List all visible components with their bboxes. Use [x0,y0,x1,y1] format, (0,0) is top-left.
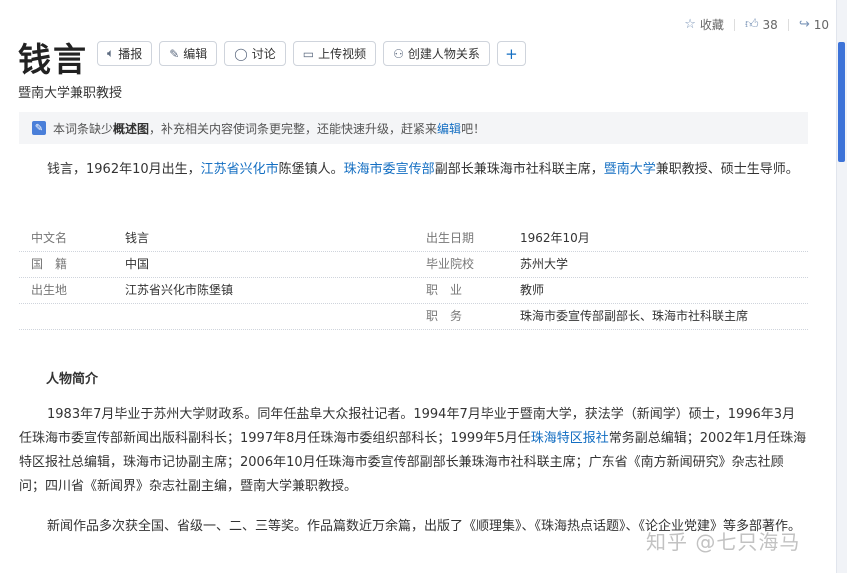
upload-video-label: 上传视频 [318,47,367,61]
info-value: 苏州大学 [520,257,569,271]
discuss-button[interactable]: ◯ 讨论 [224,41,286,66]
info-label: 毕业院校 [426,257,475,271]
page-subtitle: 暨南大学兼职教授 [18,86,123,101]
speaker-icon: 🔈︎ [107,46,115,60]
divider [733,18,735,31]
info-value: 珠海市委宣传部副部长、珠海市社科联主席 [520,309,749,323]
divider [787,18,789,31]
edit-button[interactable]: ✎ 编辑 [159,41,218,66]
info-label: 职 务 [426,309,463,323]
scrollbar-thumb[interactable] [838,42,845,162]
notice-text-2: ，补充相关内容使词条更完整，还能快速升级，赶紧来 [149,121,438,136]
info-value: 钱言 [125,231,150,245]
notice-edit-link[interactable]: 编辑 [437,120,461,137]
bio-paragraph-1: 1983年7月毕业于苏州大学财政系。同年任盐阜大众报社记者。1994年7月毕业于… [19,403,808,499]
basic-info-table: 中文名 钱言 出生日期 1962年10月 国 籍 中国 毕业院校 苏州大学 出生… [19,226,808,330]
edit-pencil-icon: ✎ [32,121,46,135]
summary-text: 钱言，1962年10月出生， [47,162,201,177]
info-label: 出生地 [31,283,68,297]
page-scrollbar[interactable] [836,0,847,573]
info-value: 江苏省兴化市陈堡镇 [125,283,234,297]
entry-actions: ☆ 收藏 👍︎ 38 ↪ 10 [684,16,829,33]
thumbs-up-icon: 👍︎ [744,17,759,32]
link-jinan-university[interactable]: 暨南大学 [604,162,656,177]
summary-text: 陈堡镇人。 [278,162,344,177]
share-button[interactable]: ↪ 10 [799,17,829,32]
info-value: 1962年10月 [520,231,590,245]
info-label: 出生日期 [426,231,475,245]
plus-icon: + [505,44,518,63]
section-title: 人物简介 [46,372,99,387]
video-camera-icon: ▭ [302,46,315,61]
upload-video-button[interactable]: ▭ 上传视频 [292,41,377,66]
summary-paragraph: 钱言，1962年10月出生，江苏省兴化市陈堡镇人。珠海市委宣传部副部长兼珠海市社… [19,158,808,182]
share-count: 10 [813,17,829,32]
info-row: 职 务 珠海市委宣传部副部长、珠海市社科联主席 [19,304,808,330]
star-icon: ☆ [684,17,696,32]
entry-toolbar: 🔈︎ 播报 ✎ 编辑 ◯ 讨论 ▭ 上传视频 ⚇ 创建人物关系 + [97,41,526,66]
notice-text-3: 吧！ [461,121,486,136]
link-xinghua[interactable]: 江苏省兴化市 [201,162,279,177]
edit-label: 编辑 [183,47,208,61]
link-zhuhai-propaganda[interactable]: 珠海市委宣传部 [344,162,435,177]
link-china[interactable]: 中国 [125,252,149,278]
page-title: 钱言 [18,40,88,79]
people-icon: ⚇ [393,46,404,61]
discuss-label: 讨论 [251,47,276,61]
create-relation-button[interactable]: ⚇ 创建人物关系 [383,41,490,66]
link-zhuhai-special-zone-daily[interactable]: 珠海特区报社 [531,431,609,446]
like-button[interactable]: 👍︎ 38 [745,17,778,32]
notice-text-1: 本词条缺少 [53,121,114,136]
info-row: 国 籍 中国 毕业院校 苏州大学 [19,252,808,278]
watermark: 知乎 @七只海马 [646,530,801,554]
collect-label: 收藏 [699,18,724,32]
notice-bold: 概述图 [113,121,150,136]
notice-bar: ✎ 本词条缺少 概述图 ，补充相关内容使词条更完整，还能快速升级，赶紧来 编辑 … [19,112,808,144]
summary-text: 副部长兼珠海市社科联主席， [434,162,604,177]
broadcast-label: 播报 [118,47,143,61]
info-label: 中文名 [31,231,68,245]
info-row: 中文名 钱言 出生日期 1962年10月 [19,226,808,252]
more-button[interactable]: + [496,41,526,66]
summary-text: 兼职教授、硕士生导师。 [655,162,799,177]
share-icon: ↪ [798,17,810,32]
chat-bubble-icon: ◯ [234,46,248,61]
info-label: 国 籍 [31,257,68,271]
info-row: 出生地 江苏省兴化市陈堡镇 职 业 教师 [19,278,808,304]
create-relation-label: 创建人物关系 [407,47,480,61]
info-label: 职 业 [426,283,463,297]
pencil-icon: ✎ [169,46,180,61]
info-value: 教师 [520,283,545,297]
like-count: 38 [762,17,778,32]
collect-button[interactable]: ☆ 收藏 [684,16,724,33]
broadcast-button[interactable]: 🔈︎ 播报 [97,41,153,66]
